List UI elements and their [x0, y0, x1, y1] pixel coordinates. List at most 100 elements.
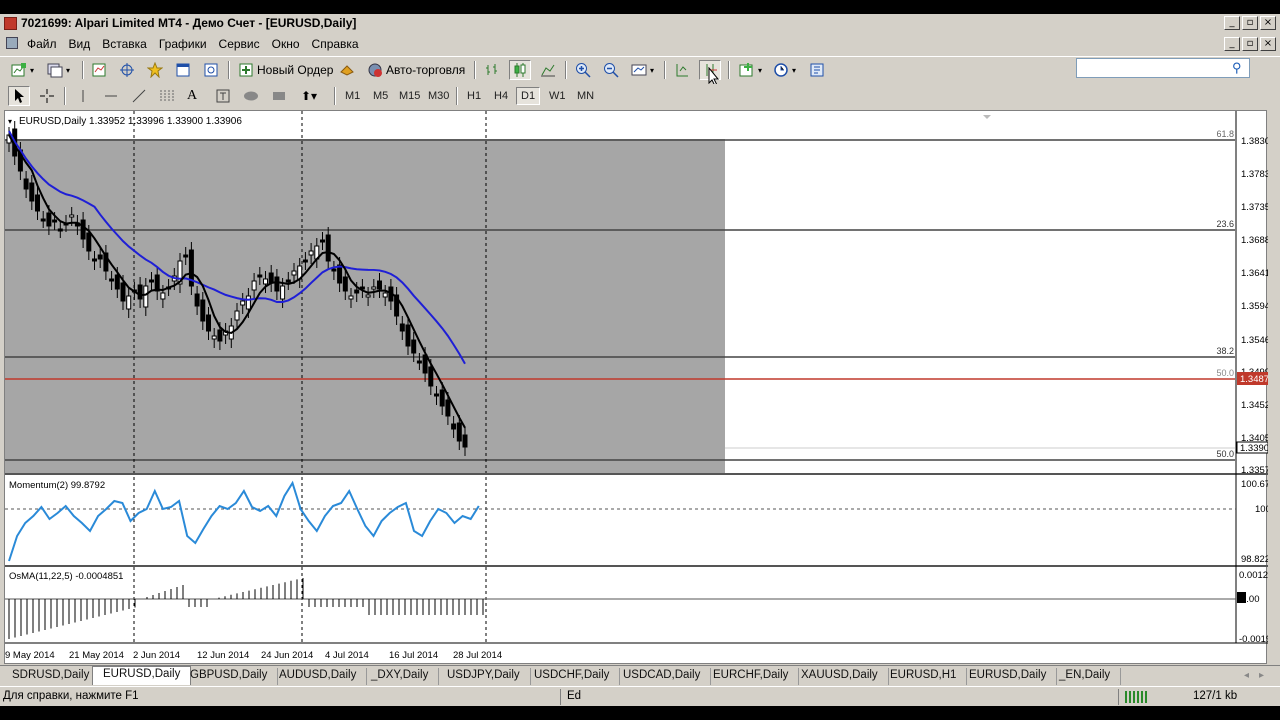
search-icon[interactable]: ⚲ — [1232, 60, 1242, 76]
timeframe-m5[interactable]: M5 — [368, 87, 393, 105]
profiles-button[interactable]: ▾ — [44, 60, 73, 80]
menu-file[interactable]: Файл — [27, 37, 66, 51]
zoom-out-button[interactable] — [600, 60, 622, 80]
line-chart-icon — [541, 64, 555, 77]
tab-gbpusd-daily[interactable]: GBPUSD,Daily — [180, 668, 279, 685]
trendline-tool[interactable] — [128, 86, 150, 106]
zoom-in-button[interactable] — [572, 60, 594, 80]
timeframe-m30[interactable]: M30 — [423, 87, 454, 105]
menu-charts[interactable]: Графики — [159, 37, 216, 51]
templates-button[interactable] — [806, 60, 828, 80]
text-tool[interactable]: A — [184, 86, 200, 106]
app-icon — [4, 17, 17, 30]
date-tick: 12 Jun 2014 — [197, 650, 249, 661]
timeframe-h1[interactable]: H1 — [462, 87, 486, 105]
timeframe-h4[interactable]: H4 — [489, 87, 513, 105]
equidistant-channel-tool[interactable] — [156, 86, 178, 106]
candle-body — [399, 323, 405, 332]
candle-body — [35, 194, 40, 212]
tile-windows-button[interactable]: ▾ — [628, 60, 657, 80]
data-window-button[interactable] — [116, 60, 138, 80]
tab-usdjpy-daily[interactable]: USDJPY,Daily — [437, 668, 531, 685]
bar-chart-icon — [486, 64, 497, 75]
horizontal-line-tool[interactable] — [100, 86, 122, 106]
chart-scrollbar[interactable] — [1268, 110, 1280, 664]
strategy-tester-button[interactable] — [200, 60, 222, 80]
tab-eurusd-daily[interactable]: EURUSD,Daily — [92, 666, 192, 685]
candle-body — [251, 280, 257, 291]
tab-sdrusd-daily[interactable]: SDRUSD,Daily — [2, 668, 101, 685]
osma-tick: 0.001202 — [1239, 570, 1268, 581]
status-bar: Для справки, нажмите F1 Ed 127/1 kb — [0, 686, 1280, 706]
market-watch-button[interactable] — [88, 60, 110, 80]
candle-body — [439, 389, 445, 407]
new-chart-button[interactable]: ▾ — [8, 60, 37, 80]
crosshair-tool[interactable] — [36, 86, 58, 106]
menu-insert[interactable]: Вставка — [102, 37, 156, 51]
line-chart-button[interactable] — [537, 60, 559, 80]
price-tick: 1.34520 — [1241, 400, 1268, 411]
template-icon — [810, 63, 824, 77]
tab-usdcad-daily[interactable]: USDCAD,Daily — [613, 668, 712, 685]
tab-usdchf-daily[interactable]: USDCHF,Daily — [524, 668, 621, 685]
timeframe-m15[interactable]: M15 — [394, 87, 425, 105]
timeframe-d1[interactable]: D1 — [516, 87, 541, 105]
price-chart[interactable]: 61.8 23.6 38.2 50.0 50.0 ▾ EURUSD,Daily … — [5, 111, 1280, 665]
ellipse-tool[interactable] — [240, 86, 262, 106]
date-tick: 16 Jul 2014 — [389, 650, 438, 661]
new-order-icon — [239, 63, 253, 77]
tab-dxy-daily[interactable]: _DXY,Daily — [361, 668, 440, 685]
candle-body — [92, 258, 97, 262]
navigator-button[interactable] — [144, 60, 166, 80]
tab-eurusd-h1[interactable]: EURUSD,H1 — [880, 668, 968, 685]
doc-restore-button[interactable]: ▫ — [1242, 37, 1258, 51]
tab-eurusd-daily-2[interactable]: EURUSD,Daily — [959, 668, 1058, 685]
search-input[interactable] — [1076, 58, 1250, 78]
window-title: 7021699: Alpari Limited MT4 - Демо Счет … — [21, 16, 357, 30]
chart-window[interactable]: 61.8 23.6 38.2 50.0 50.0 ▾ EURUSD,Daily … — [4, 110, 1280, 665]
terminal-button[interactable] — [172, 60, 194, 80]
menu-window[interactable]: Окно — [272, 37, 309, 51]
candle-body — [411, 339, 417, 354]
tab-xauusd-daily[interactable]: XAUUSD,Daily — [791, 668, 889, 685]
chart-shift-marker-icon[interactable] — [983, 115, 991, 119]
tab-audusd-daily[interactable]: AUDUSD,Daily — [269, 668, 368, 685]
menu-view[interactable]: Вид — [69, 37, 100, 51]
new-order-button[interactable]: Новый Ордер — [235, 60, 336, 80]
candle-body — [23, 178, 29, 190]
autotrading-icon — [368, 63, 382, 77]
candlestick-chart-button[interactable] — [509, 60, 531, 80]
tab-eurchf-daily[interactable]: EURCHF,Daily — [703, 668, 800, 685]
vertical-line-tool[interactable] — [72, 86, 94, 106]
text-label-tool[interactable] — [212, 86, 234, 106]
timeframe-mn[interactable]: MN — [572, 87, 599, 105]
arrows-tool[interactable]: ⬆▾ — [298, 86, 320, 106]
text-a-icon: A — [187, 88, 198, 103]
chart-collapse-icon[interactable]: ▾ — [8, 117, 12, 126]
timeframe-m1[interactable]: M1 — [340, 87, 365, 105]
status-help-text: Для справки, нажмите F1 — [3, 690, 139, 702]
autotrading-button[interactable]: Авто-торговля — [364, 60, 468, 80]
tab-en-daily[interactable]: _EN,Daily — [1049, 668, 1122, 685]
minimize-button[interactable]: _ — [1224, 16, 1240, 30]
rectangle-tool[interactable] — [268, 86, 290, 106]
close-button[interactable]: × — [1260, 16, 1276, 30]
candle-body — [194, 293, 200, 307]
bar-chart-button[interactable] — [481, 60, 503, 80]
doc-minimize-button[interactable]: _ — [1224, 37, 1240, 51]
doc-close-button[interactable]: × — [1260, 37, 1276, 51]
chart-document-icon[interactable] — [6, 37, 18, 49]
indicators-button[interactable]: ▾ — [736, 60, 765, 80]
cursor-tool[interactable] — [8, 86, 30, 106]
momentum-tick: 100 — [1255, 504, 1268, 515]
chart-shift-button[interactable] — [671, 60, 693, 80]
menu-tools[interactable]: Сервис — [219, 37, 269, 51]
menu-help[interactable]: Справка — [312, 37, 368, 51]
candle-body — [456, 422, 462, 442]
timeframe-w1[interactable]: W1 — [544, 87, 571, 105]
tab-scroll-arrows-icon[interactable]: ◂▸ — [1244, 670, 1274, 681]
channel-icon — [160, 90, 174, 102]
periods-button[interactable]: ▾ — [770, 60, 799, 80]
restore-button[interactable]: ▫ — [1242, 16, 1258, 30]
expert-advisors-button[interactable] — [336, 60, 358, 80]
